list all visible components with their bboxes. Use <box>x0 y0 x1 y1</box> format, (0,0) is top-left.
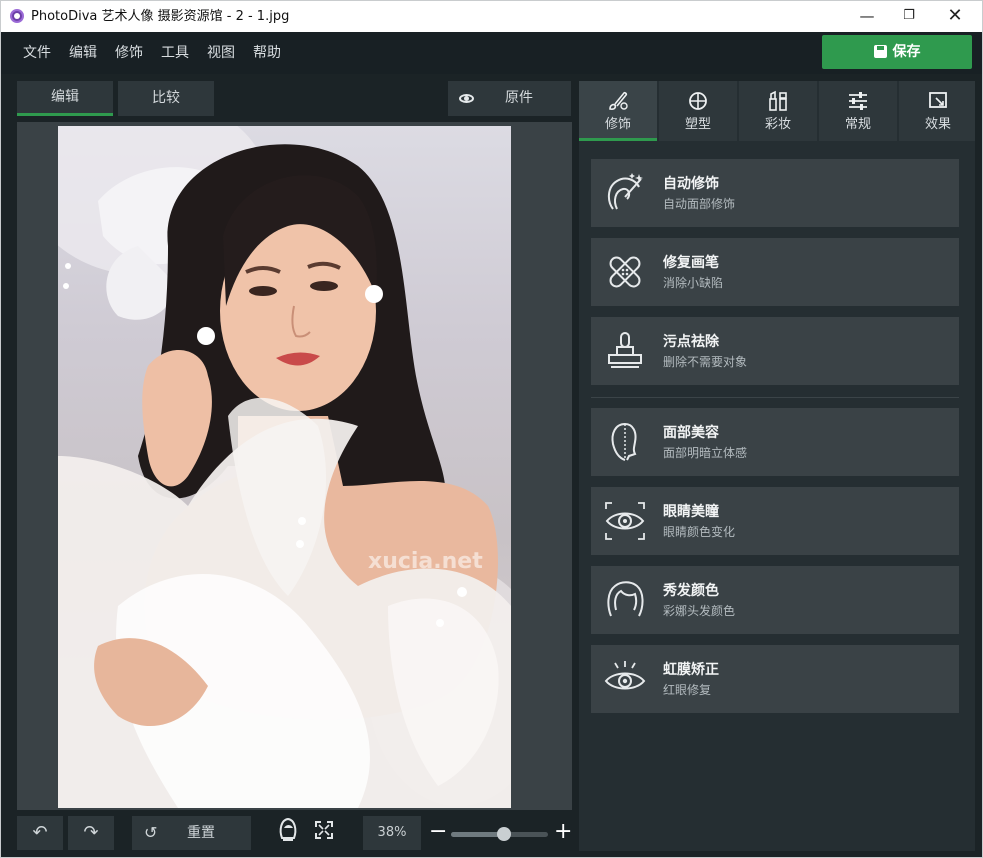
tab-edit[interactable]: 编辑 <box>17 81 113 116</box>
tab-general-label: 常规 <box>844 117 871 132</box>
tool-title: 修复画笔 <box>663 255 719 271</box>
eye-icon <box>459 94 474 103</box>
tool-title: 眼睛美瞳 <box>663 504 719 520</box>
tab-effects[interactable]: 效果 <box>899 81 975 141</box>
photo-watermark: xucia.net <box>368 549 483 574</box>
original-label: 原件 <box>505 90 533 106</box>
zoom-slider-fill <box>451 832 505 837</box>
maximize-button[interactable]: ❐ <box>889 5 929 27</box>
save-button[interactable]: 保存 <box>822 35 972 69</box>
tool-healing-brush[interactable]: 修复画笔 消除小缺陷 <box>591 238 959 306</box>
tool-subtitle: 眼睛颜色变化 <box>663 525 736 539</box>
effects-icon <box>929 92 947 108</box>
menu-tools[interactable]: 工具 <box>161 44 189 62</box>
menu-view[interactable]: 视图 <box>207 44 235 62</box>
makeup-icon <box>769 90 787 111</box>
sliders-icon <box>849 92 867 110</box>
brush-icon <box>609 91 628 110</box>
tool-spot-removal[interactable]: 污点祛除 删除不需要对象 <box>591 317 959 385</box>
menu-edit[interactable]: 编辑 <box>69 44 97 62</box>
original-button[interactable]: 原件 <box>448 81 571 116</box>
auto-retouch-icon <box>607 173 643 210</box>
tool-title: 面部美容 <box>663 425 719 441</box>
zoom-slider[interactable] <box>451 827 548 841</box>
app-logo-icon <box>10 9 24 23</box>
tool-title: 虹膜矫正 <box>663 662 719 678</box>
tool-title: 秀发颜色 <box>663 583 719 599</box>
tab-reshape-label: 塑型 <box>684 117 711 132</box>
tool-subtitle: 自动面部修饰 <box>663 197 736 211</box>
redo-button[interactable]: ↷ <box>68 816 114 850</box>
reset-icon: ↺ <box>144 823 158 842</box>
tool-hair-color[interactable]: 秀发颜色 彩娜头发颜色 <box>591 566 959 634</box>
portrait-illustration <box>58 126 511 808</box>
shape-icon <box>689 92 707 110</box>
iris-icon <box>604 661 646 690</box>
save-label: 保存 <box>892 44 921 60</box>
tool-title: 污点祛除 <box>663 334 719 350</box>
minimize-button[interactable]: — <box>847 5 887 27</box>
menu-retouch[interactable]: 修饰 <box>115 44 143 62</box>
tab-general[interactable]: 常规 <box>819 81 897 141</box>
face-contour-icon <box>611 423 637 461</box>
tab-retouch-label: 修饰 <box>604 117 631 132</box>
eye-color-icon <box>605 502 645 540</box>
reset-label: 重置 <box>187 825 215 841</box>
zoom-out-button[interactable]: − <box>429 819 447 845</box>
zoom-level-display[interactable]: 38% <box>363 816 421 850</box>
panel-divider <box>591 397 959 398</box>
tool-eye-color[interactable]: 眼睛美瞳 眼睛颜色变化 <box>591 487 959 555</box>
photo-canvas[interactable]: xucia.net <box>17 122 572 810</box>
tab-reshape[interactable]: 塑型 <box>659 81 737 141</box>
stamp-icon <box>608 332 642 368</box>
tab-retouch[interactable]: 修饰 <box>579 81 657 141</box>
window-title: PhotoDiva 艺术人像 摄影资源馆 - 2 - 1.jpg <box>31 9 290 24</box>
tab-effects-label: 效果 <box>924 117 951 132</box>
portrait-photo: xucia.net <box>58 126 511 808</box>
tool-face-beauty[interactable]: 面部美容 面部明暗立体感 <box>591 408 959 476</box>
save-icon <box>873 45 887 58</box>
tool-subtitle: 红眼修复 <box>663 683 712 697</box>
menu-file[interactable]: 文件 <box>23 44 51 62</box>
tool-subtitle: 彩娜头发颜色 <box>663 604 736 618</box>
tool-category-tabs: 修饰 塑型 彩妆 常规 效果 <box>579 81 975 141</box>
fullscreen-icon[interactable] <box>315 821 333 839</box>
tab-compare[interactable]: 比较 <box>118 81 214 116</box>
menu-help[interactable]: 帮助 <box>253 44 281 62</box>
tool-subtitle: 删除不需要对象 <box>663 355 748 369</box>
hair-icon <box>607 581 644 617</box>
close-button[interactable]: ✕ <box>935 5 975 27</box>
tool-subtitle: 消除小缺陷 <box>663 276 724 290</box>
tools-panel: 修饰 塑型 彩妆 常规 效果 自动修饰 自动面部修饰 修复画笔 消除小缺陷 污点… <box>579 81 975 851</box>
reset-button[interactable]: ↺ 重置 <box>132 816 251 850</box>
undo-button[interactable]: ↶ <box>17 816 63 850</box>
tool-subtitle: 面部明暗立体感 <box>663 446 748 460</box>
tool-iris-correction[interactable]: 虹膜矫正 红眼修复 <box>591 645 959 713</box>
title-bar: PhotoDiva 艺术人像 摄影资源馆 - 2 - 1.jpg — ❐ ✕ <box>1 1 982 32</box>
tab-makeup-label: 彩妆 <box>764 117 791 132</box>
tab-makeup[interactable]: 彩妆 <box>739 81 817 141</box>
bandage-icon <box>609 256 641 288</box>
tool-title: 自动修饰 <box>663 176 719 192</box>
app-window: PhotoDiva 艺术人像 摄影资源馆 - 2 - 1.jpg — ❐ ✕ 文… <box>0 0 983 858</box>
zoom-in-button[interactable]: + <box>554 819 572 845</box>
tool-auto-retouch[interactable]: 自动修饰 自动面部修饰 <box>591 159 959 227</box>
face-detect-icon[interactable] <box>278 816 298 842</box>
